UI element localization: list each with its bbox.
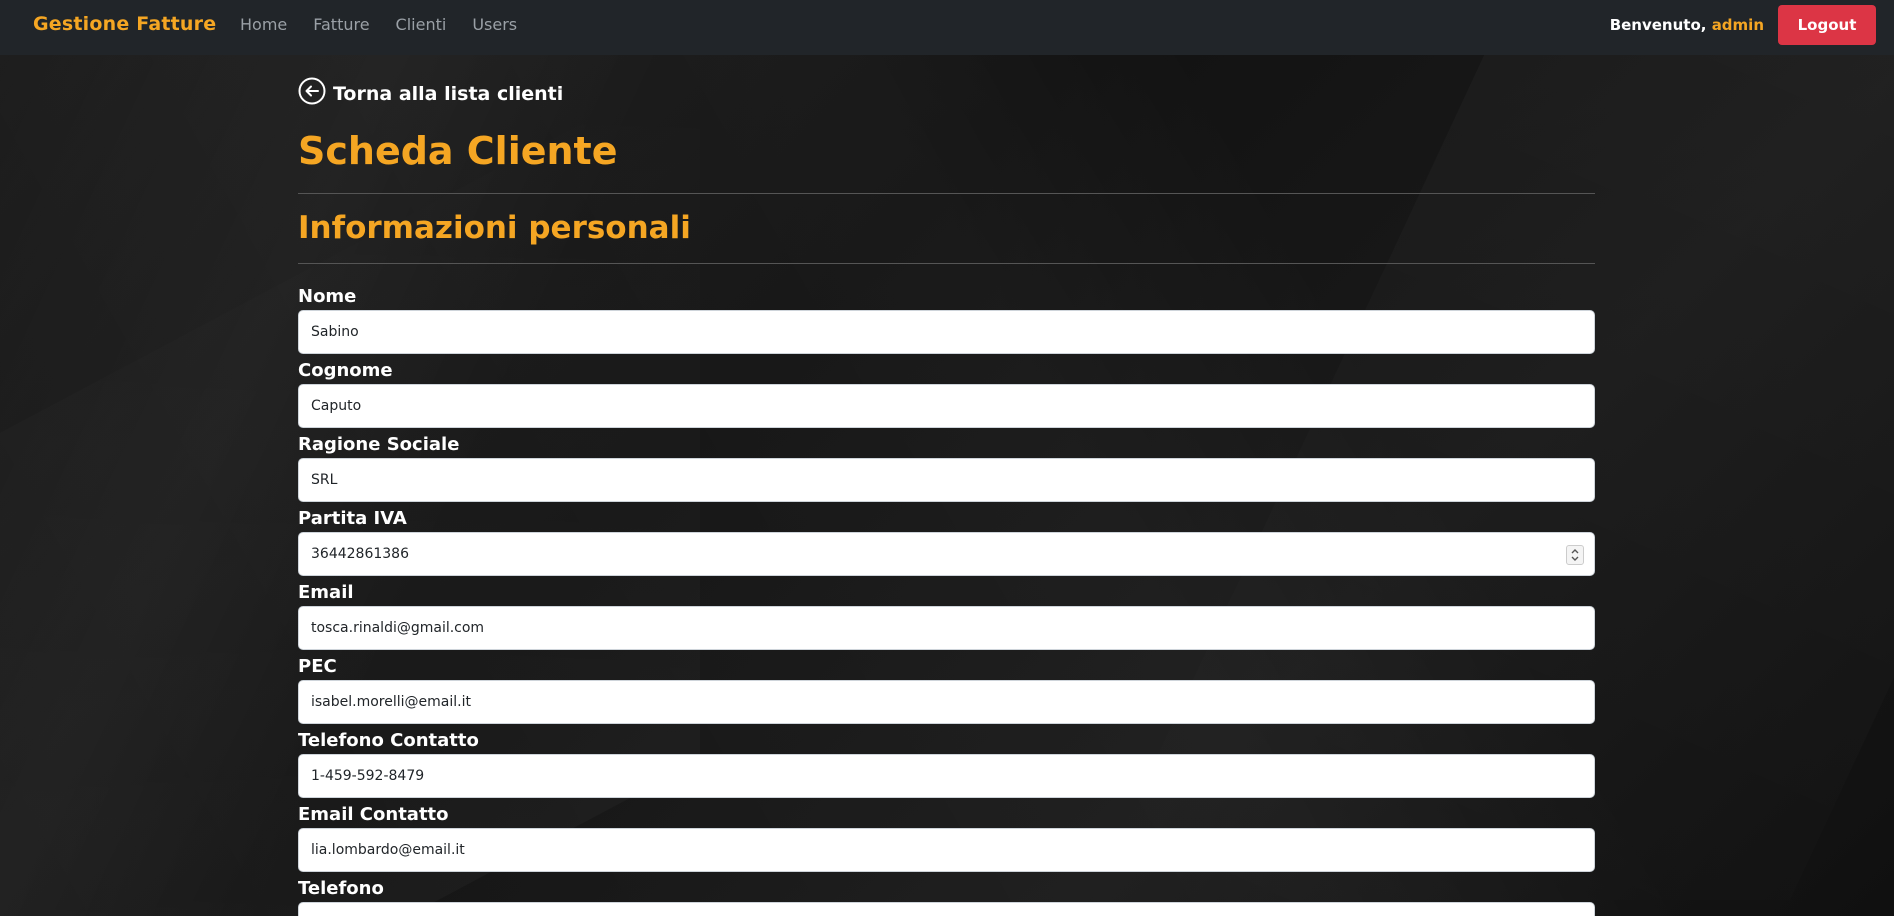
partita-iva-value: 36442861386 [311, 546, 409, 562]
nav-link-fatture[interactable]: Fatture [313, 15, 369, 34]
number-spinner-icon[interactable] [1566, 545, 1584, 565]
email-contatto-input[interactable]: lia.lombardo@email.it [298, 828, 1595, 872]
pec-input[interactable]: isabel.morelli@email.it [298, 680, 1595, 724]
nav-links: Home Fatture Clienti Users [240, 15, 543, 34]
email-input[interactable]: tosca.rinaldi@gmail.com [298, 606, 1595, 650]
field-ragione-sociale: Ragione Sociale SRL [298, 434, 1595, 502]
field-email-contatto: Email Contatto lia.lombardo@email.it [298, 804, 1595, 872]
back-to-client-list-link[interactable]: Torna alla lista clienti [298, 77, 563, 105]
arrow-left-circle-icon [298, 77, 326, 105]
top-navbar: Gestione Fatture Home Fatture Clienti Us… [0, 0, 1894, 55]
field-email: Email tosca.rinaldi@gmail.com [298, 582, 1595, 650]
field-partita-iva: Partita IVA 36442861386 [298, 508, 1595, 576]
username: admin [1711, 16, 1764, 34]
back-link-label: Torna alla lista clienti [333, 83, 564, 105]
field-label: Email [298, 582, 354, 603]
field-telefono-contatto: Telefono Contatto 1-459-592-8479 [298, 730, 1595, 798]
nome-input[interactable]: Sabino [298, 310, 1595, 354]
cognome-input[interactable]: Caputo [298, 384, 1595, 428]
ragione-sociale-input[interactable]: SRL [298, 458, 1595, 502]
welcome-text: Benvenuto, admin [1610, 16, 1764, 34]
nav-link-home[interactable]: Home [240, 15, 287, 34]
field-nome: Nome Sabino [298, 286, 1595, 354]
field-label: Telefono [298, 878, 384, 899]
field-pec: PEC isabel.morelli@email.it [298, 656, 1595, 724]
welcome-prefix: Benvenuto, [1609, 16, 1712, 34]
field-label: Email Contatto [298, 804, 449, 825]
section-title: Informazioni personali [298, 210, 691, 246]
divider [298, 193, 1595, 194]
field-cognome: Cognome Caputo [298, 360, 1595, 428]
nav-link-users[interactable]: Users [472, 15, 517, 34]
divider [298, 263, 1595, 264]
page-title: Scheda Cliente [298, 129, 618, 173]
field-label: Ragione Sociale [298, 434, 460, 455]
field-telefono: Telefono [298, 878, 1595, 916]
telefono-input[interactable] [298, 902, 1595, 916]
field-label: Cognome [298, 360, 393, 381]
nav-link-clienti[interactable]: Clienti [396, 15, 447, 34]
field-label: Partita IVA [298, 508, 407, 529]
field-label: Telefono Contatto [298, 730, 479, 751]
telefono-contatto-input[interactable]: 1-459-592-8479 [298, 754, 1595, 798]
partita-iva-input[interactable]: 36442861386 [298, 532, 1595, 576]
field-label: PEC [298, 656, 337, 677]
brand-logo[interactable]: Gestione Fatture [33, 13, 216, 35]
logout-button[interactable]: Logout [1778, 5, 1876, 45]
field-label: Nome [298, 286, 357, 307]
